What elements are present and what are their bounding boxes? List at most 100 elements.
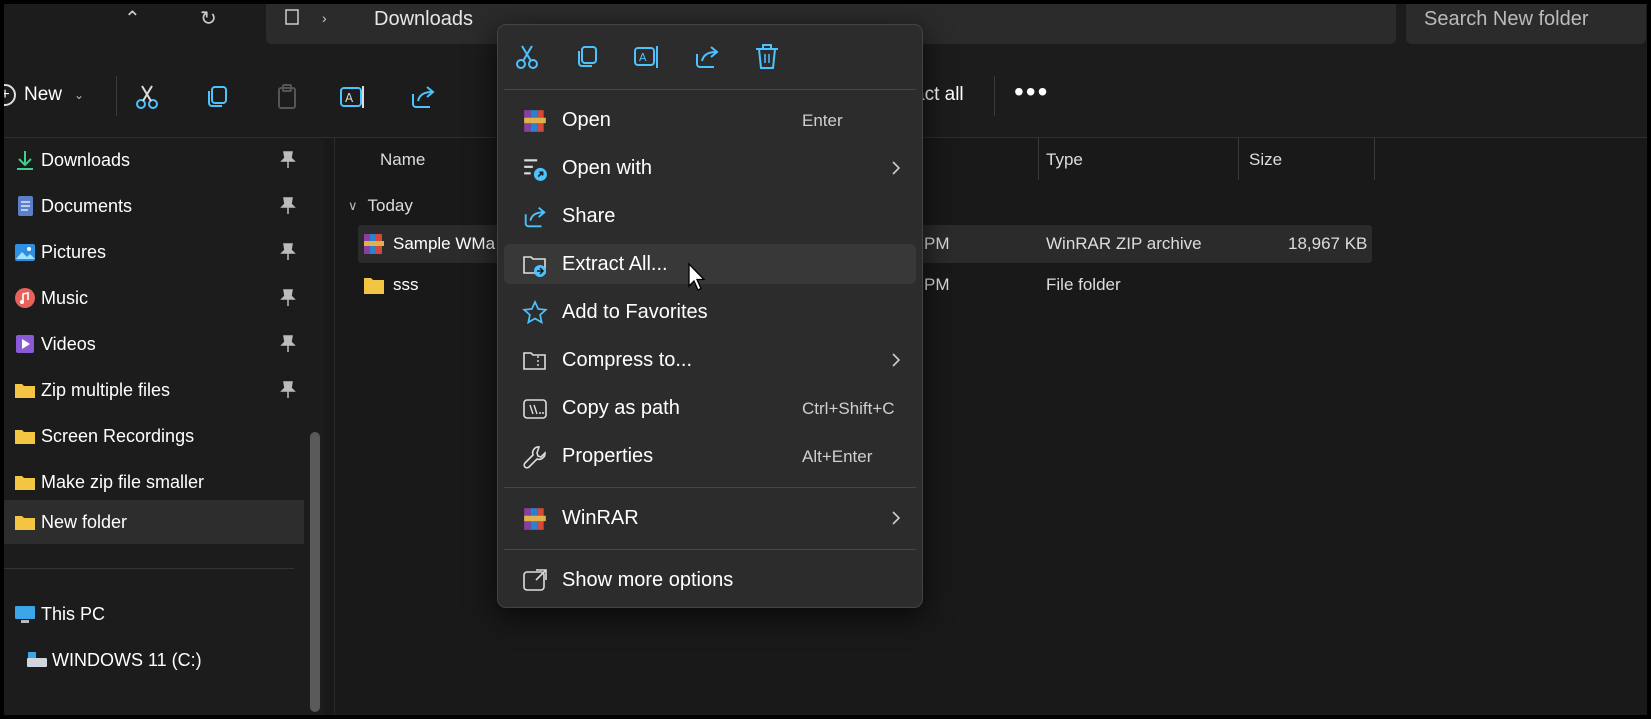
menu-label: Share — [562, 205, 616, 227]
videos-icon — [16, 335, 34, 353]
nav-item-screen-recordings[interactable]: Screen Recordings — [4, 414, 304, 458]
menu-divider — [504, 89, 916, 90]
chevron-right-icon — [892, 353, 901, 367]
column-separator[interactable] — [1038, 138, 1039, 180]
file-name[interactable]: Sample WMa — [393, 234, 495, 254]
cut-icon[interactable] — [513, 43, 541, 71]
chevron-right-icon — [892, 161, 901, 175]
file-date: PM — [924, 234, 950, 253]
computer-icon — [15, 606, 35, 623]
nav-item-music[interactable]: Music — [4, 276, 304, 320]
chevron-down-icon: ∨ — [348, 198, 358, 213]
nav-label: WINDOWS 11 (C:) — [52, 649, 202, 670]
menu-label: Copy as path — [562, 397, 680, 419]
plus-icon: + — [4, 84, 16, 106]
nav-item-pictures[interactable]: Pictures — [4, 230, 304, 274]
menu-item-copy-as-path[interactable]: Copy as path Ctrl+Shift+C — [504, 388, 916, 428]
star-icon — [522, 300, 548, 325]
nav-label: Make zip file smaller — [41, 471, 205, 492]
column-header-name[interactable]: Name — [380, 150, 425, 170]
nav-label: Videos — [41, 333, 96, 354]
navigation-pane: Downloads Documents Pictures Music Video… — [4, 138, 324, 715]
share-icon — [524, 207, 546, 228]
folder-location-icon — [285, 9, 299, 25]
copy-icon[interactable] — [573, 43, 601, 71]
copy-icon[interactable] — [202, 82, 232, 112]
column-header-size[interactable]: Size — [1249, 150, 1282, 170]
more-options-icon[interactable]: ••• — [1014, 76, 1049, 108]
menu-label: Open with — [562, 157, 653, 179]
pin-icon[interactable] — [280, 335, 296, 353]
menu-label: WinRAR — [562, 507, 639, 529]
file-size: 18,967 KB — [1288, 234, 1368, 253]
nav-item-documents[interactable]: Documents — [4, 184, 304, 228]
menu-label: Open — [562, 109, 611, 131]
rename-icon[interactable]: A — [633, 43, 661, 71]
nav-item-downloads[interactable]: Downloads — [4, 138, 304, 182]
pin-icon[interactable] — [280, 197, 296, 215]
up-arrow-icon[interactable]: ⌃ — [124, 6, 141, 31]
group-header-today[interactable]: ∨ Today — [348, 196, 413, 216]
nav-item-make-zip-file-smaller[interactable]: Make zip file smaller — [4, 460, 304, 504]
file-name[interactable]: sss — [393, 275, 419, 295]
menu-item-winrar[interactable]: WinRAR — [504, 498, 916, 538]
nav-divider — [4, 568, 294, 569]
nav-label: Zip multiple files — [41, 379, 171, 400]
rename-icon[interactable]: A — [338, 82, 368, 112]
pin-icon[interactable] — [280, 381, 296, 399]
folder-icon — [15, 430, 35, 444]
menu-item-add-to-favorites[interactable]: Add to Favorites — [504, 292, 916, 332]
breadcrumb-chevron-icon: › — [322, 10, 327, 26]
menu-item-extract-all[interactable]: Extract All... — [504, 244, 916, 284]
menu-item-open-with[interactable]: Open with — [504, 148, 916, 188]
folder-icon — [15, 516, 35, 530]
menu-label: Compress to... — [562, 349, 693, 371]
svg-text:A: A — [639, 51, 647, 64]
folder-icon — [15, 384, 35, 398]
column-header-type[interactable]: Type — [1046, 150, 1083, 170]
svg-text:A: A — [345, 91, 354, 105]
menu-label: Extract All... — [562, 253, 668, 275]
column-separator[interactable] — [1238, 138, 1239, 180]
pin-icon[interactable] — [280, 289, 296, 307]
documents-icon — [18, 196, 33, 216]
group-label: Today — [367, 196, 413, 215]
column-separator[interactable] — [1374, 138, 1375, 180]
share-icon[interactable] — [693, 43, 721, 71]
menu-item-properties[interactable]: Properties Alt+Enter — [504, 436, 916, 476]
pane-divider[interactable] — [334, 138, 335, 715]
refresh-icon[interactable]: ↻ — [200, 6, 217, 31]
pin-icon[interactable] — [280, 243, 296, 261]
menu-item-open[interactable]: Open Enter — [504, 100, 916, 140]
nav-item-videos[interactable]: Videos — [4, 322, 304, 366]
chevron-down-icon: ⌄ — [74, 88, 85, 102]
nav-item-zip-multiple-files[interactable]: Zip multiple files — [4, 368, 304, 412]
download-icon — [17, 151, 33, 170]
menu-divider — [504, 487, 916, 488]
cut-icon[interactable] — [132, 82, 162, 112]
menu-item-show-more-options[interactable]: Show more options — [504, 560, 916, 600]
winrar-icon — [524, 508, 546, 530]
pin-icon[interactable] — [280, 151, 296, 169]
winrar-archive-icon — [364, 234, 384, 254]
toolbar-divider — [116, 76, 117, 116]
more-options-icon — [523, 569, 547, 591]
wrench-icon — [523, 446, 546, 469]
nav-label: Screen Recordings — [41, 425, 195, 446]
breadcrumb-current[interactable]: Downloads — [374, 8, 473, 31]
delete-icon[interactable] — [753, 43, 781, 71]
folder-icon — [15, 476, 35, 490]
new-button[interactable]: + New ⌄ — [4, 84, 84, 106]
toolbar-divider — [994, 76, 995, 116]
nav-item-new-folder[interactable]: New folder — [4, 500, 304, 544]
file-type: WinRAR ZIP archive — [1046, 234, 1202, 253]
nav-item-drive-c[interactable]: WINDOWS 11 (C:) — [4, 638, 304, 682]
share-icon[interactable] — [408, 82, 438, 112]
compress-icon — [523, 352, 546, 370]
menu-item-compress-to[interactable]: Compress to... — [504, 340, 916, 380]
chevron-right-icon — [892, 511, 901, 525]
nav-item-this-pc[interactable]: This PC — [4, 592, 304, 636]
menu-item-share[interactable]: Share — [504, 196, 916, 236]
context-menu: A Open Enter Open with Share Extract All… — [497, 24, 923, 608]
nav-scrollbar[interactable] — [310, 432, 320, 712]
